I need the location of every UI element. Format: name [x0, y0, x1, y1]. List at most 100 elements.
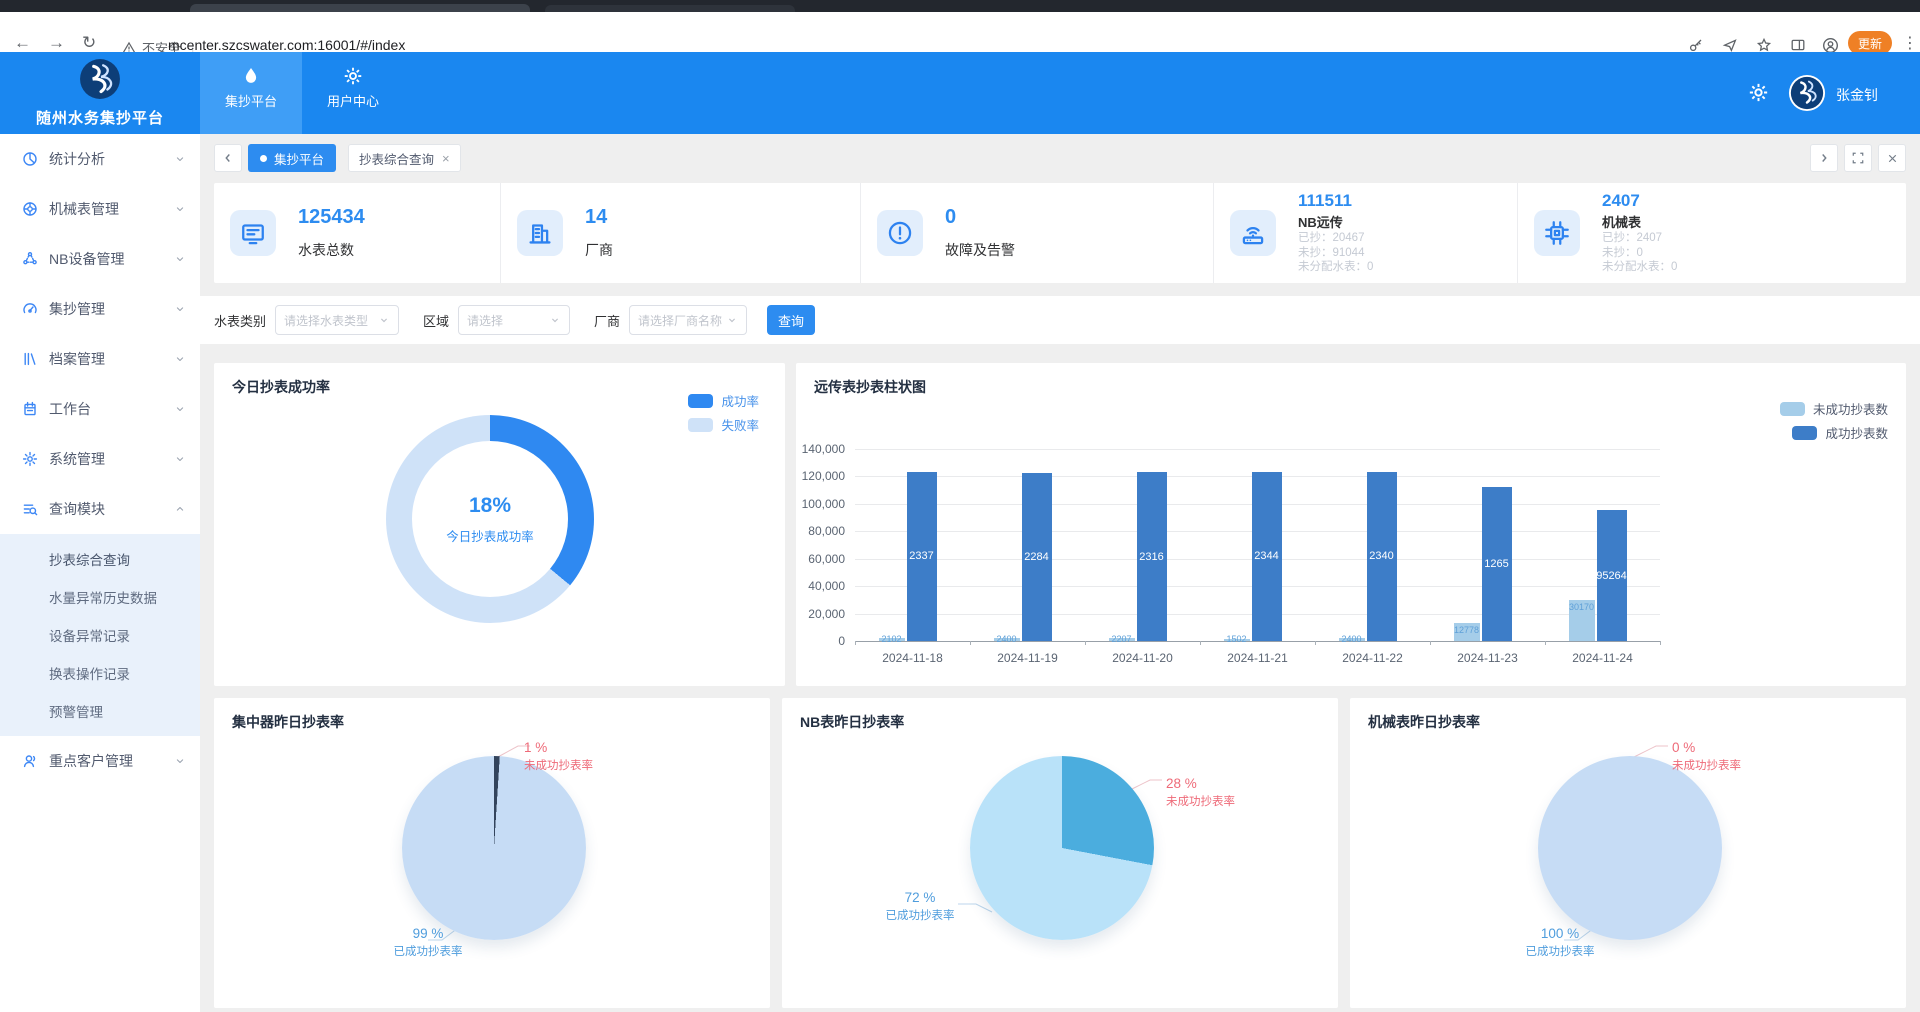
sidebar-item-stats-pie[interactable]: 统计分析: [0, 134, 200, 184]
y-axis-label: 140,000: [799, 442, 845, 456]
sidebar-subitem[interactable]: 抄表综合查询: [0, 540, 200, 578]
stat-label: NB远传: [1298, 212, 1373, 231]
header-nav-collection-platform[interactable]: 集抄平台: [200, 52, 302, 134]
stat-detail: 未分配水表：0: [1298, 260, 1373, 275]
y-axis-label: 20,000: [799, 607, 845, 621]
fullscreen-button[interactable]: [1844, 144, 1872, 172]
browser-reload-icon[interactable]: ↻: [82, 33, 96, 53]
tab-meter-reading-query[interactable]: 抄表综合查询 ×: [348, 144, 461, 172]
axis-tick: [1545, 641, 1546, 645]
sidebar-subitem[interactable]: 预警管理: [0, 692, 200, 730]
panel-today-success-rate: 今日抄表成功率 成功率 失败率 18% 今日抄表成功率: [214, 363, 785, 686]
sidebar-item-users[interactable]: 重点客户管理: [0, 736, 200, 786]
pie-label-unsuccessful: 1 %未成功抄表率: [524, 740, 593, 773]
stat-detail: 未抄：0: [1602, 246, 1677, 261]
url-text[interactable]: mcenter.szcswater.com:16001/#/index: [168, 37, 405, 53]
sidebar-item-archive[interactable]: 档案管理: [0, 334, 200, 384]
stat-card-meter[interactable]: 125434水表总数: [214, 183, 500, 283]
stat-card-building[interactable]: 14厂商: [500, 183, 860, 283]
key-icon[interactable]: [1688, 37, 1704, 53]
pie-slice-name: 未成功抄表率: [1672, 757, 1741, 773]
axis-tick: [1430, 641, 1431, 645]
tab-dot-icon: [260, 155, 267, 162]
chevron-down-icon: [726, 314, 738, 326]
sidebar-item-nb-nodes[interactable]: NB设备管理: [0, 234, 200, 284]
tabs-scroll-right-button[interactable]: [1810, 144, 1838, 172]
share-icon[interactable]: [1722, 37, 1738, 53]
meter-icon: [240, 220, 266, 246]
browser-tab[interactable]: [190, 4, 530, 12]
bar-label-successful: 95264: [1592, 570, 1632, 582]
pie-chart[interactable]: [1538, 756, 1722, 940]
browser-back-icon[interactable]: ←: [14, 33, 31, 53]
tab-close-icon[interactable]: ×: [442, 151, 450, 166]
browser-menu-icon[interactable]: ⋮: [1902, 33, 1918, 53]
x-axis-label: 2024-11-20: [1088, 651, 1198, 665]
stat-tile: [1230, 210, 1276, 256]
sidebar: 统计分析机械表管理NB设备管理集抄管理档案管理工作台系统管理查询模块抄表综合查询…: [0, 134, 200, 1012]
pie-chart[interactable]: [970, 756, 1154, 940]
legend-item-fail[interactable]: 失败率: [688, 415, 759, 434]
sidebar-item-search-list[interactable]: 查询模块: [0, 484, 200, 534]
app-title: 随州水务集抄平台: [0, 107, 200, 128]
meter-type-select[interactable]: 请选择水表类型: [275, 305, 399, 335]
pie-label-successful: 100 %已成功抄表率: [1526, 926, 1595, 959]
pie-chart[interactable]: [402, 756, 586, 940]
y-axis-label: 60,000: [799, 552, 845, 566]
legend-item-success[interactable]: 成功率: [688, 391, 759, 410]
stat-tile: [877, 210, 923, 256]
tab-collection-platform[interactable]: 集抄平台: [248, 144, 336, 172]
header-nav-label: 集抄平台: [200, 91, 302, 110]
x-axis-label: 2024-11-19: [973, 651, 1083, 665]
browser-tab-2[interactable]: [545, 5, 795, 12]
panel-remote-meter-bars: 远传表抄表柱状图 未成功抄表数 成功抄表数 020,00040,00060,00…: [796, 363, 1906, 686]
mech-wheel-icon: [22, 201, 38, 217]
select-placeholder: 请选择厂商名称: [638, 312, 722, 329]
axis-tick: [970, 641, 971, 645]
y-axis-label: 80,000: [799, 524, 845, 538]
sidebar-item-clipboard[interactable]: 工作台: [0, 384, 200, 434]
query-button[interactable]: 查询: [767, 305, 815, 335]
header-nav-label: 用户中心: [302, 91, 404, 110]
header-nav-user-center[interactable]: 用户中心: [302, 52, 404, 134]
split-view-icon[interactable]: [1790, 37, 1806, 53]
chevron-down-icon: [378, 314, 390, 326]
bar-label-successful: 2344: [1247, 550, 1287, 562]
region-select[interactable]: 请选择: [458, 305, 570, 335]
sidebar-item-gauge[interactable]: 集抄管理: [0, 284, 200, 334]
bar-label-successful: 1265: [1477, 558, 1517, 570]
user-name[interactable]: 张金钊: [1836, 85, 1878, 105]
building-icon: [527, 220, 553, 246]
stat-card-alert[interactable]: 0故障及告警: [860, 183, 1213, 283]
stat-detail: 已抄：2407: [1602, 231, 1677, 246]
y-axis-label: 0: [799, 634, 845, 648]
stat-label: 水表总数: [298, 240, 365, 260]
sidebar-item-mech-wheel[interactable]: 机械表管理: [0, 184, 200, 234]
stats-card-row: 125434水表总数14厂商0故障及告警111511NB远传已抄：20467未抄…: [214, 183, 1906, 283]
axis-tick: [1315, 641, 1316, 645]
pie-slice-name: 未成功抄表率: [524, 757, 593, 773]
chevron-down-icon: [174, 203, 186, 215]
browser-forward-icon[interactable]: →: [48, 33, 65, 53]
sidebar-subitem[interactable]: 换表操作记录: [0, 654, 200, 692]
axis-tick: [1660, 641, 1661, 645]
pie-percent: 0 %: [1672, 740, 1741, 755]
stat-value: 14: [585, 206, 613, 228]
user-avatar[interactable]: [1788, 74, 1826, 112]
sidebar-subitem[interactable]: 水量异常历史数据: [0, 578, 200, 616]
tabs-scroll-left-button[interactable]: [214, 144, 242, 172]
app-header: 随州水务集抄平台 集抄平台 用户中心 张金钊: [0, 52, 1920, 134]
bar-label-successful: 2284: [1017, 551, 1057, 563]
chevron-down-icon: [174, 403, 186, 415]
bookmark-star-icon[interactable]: [1756, 37, 1772, 53]
close-all-tabs-button[interactable]: [1878, 144, 1906, 172]
stat-card-chip[interactable]: 2407机械表已抄：2407未抄：0未分配水表：0: [1517, 183, 1906, 283]
sidebar-item-gear[interactable]: 系统管理: [0, 434, 200, 484]
stat-card-router[interactable]: 111511NB远传已抄：20467未抄：91044未分配水表：0: [1213, 183, 1517, 283]
bar-chart[interactable]: 020,00040,00060,00080,000100,000120,0001…: [796, 363, 1906, 686]
sidebar-subitem[interactable]: 设备异常记录: [0, 616, 200, 654]
sidebar-item-label: 查询模块: [49, 499, 174, 519]
vendor-select[interactable]: 请选择厂商名称: [629, 305, 747, 335]
settings-gear-icon[interactable]: [1748, 82, 1769, 103]
chevron-down-icon: [174, 453, 186, 465]
